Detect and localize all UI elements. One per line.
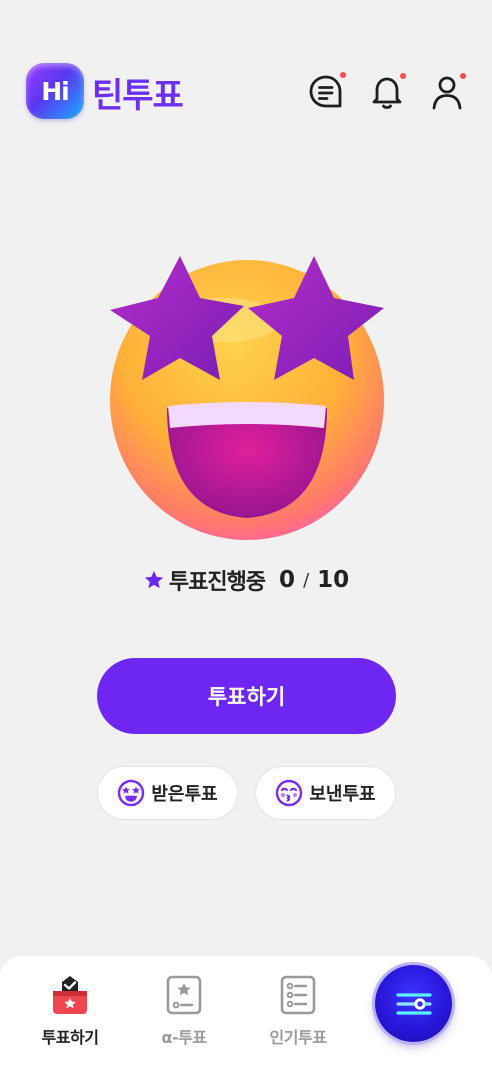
star-struck-emoji [102,250,392,540]
logo-badge-text: Hi [41,76,70,106]
settings-sliders-button[interactable] [375,965,452,1042]
chat-list-icon[interactable] [306,72,346,112]
nav-item-vote[interactable]: 투표하기 [25,974,115,1054]
progress-current: 0 [279,567,296,593]
vote-progress: 투표진행중 0 / 10 [0,562,492,598]
nav-label-alpha-vote: α-투표 [161,1028,207,1047]
app-logo: Hi [26,63,84,119]
star-icon [144,570,164,589]
notification-dot [460,73,466,79]
notification-dot [340,72,346,78]
list-icon [280,975,316,1015]
header: Hi 틴투표 [0,0,492,140]
vote-button[interactable]: 투표하기 [97,658,396,734]
nav-label-vote: 투표하기 [41,1028,99,1047]
received-votes-label: 받은투표 [151,784,218,805]
notification-dot [400,73,406,79]
bell-icon[interactable] [367,72,407,112]
kiss-emoji-icon [276,779,303,807]
progress-separator: / [303,569,310,591]
nav-item-popular-vote[interactable]: 인기투표 [253,974,343,1054]
app-name: 틴투표 [92,76,184,116]
nav-item-alpha-vote[interactable]: α-투표 [139,974,229,1054]
profile-icon[interactable] [428,72,468,112]
star-eyes-emoji-icon [118,779,145,807]
received-votes-button[interactable]: 받은투표 [97,766,238,820]
settings-sliders-icon [395,992,432,1015]
nav-label-popular-vote: 인기투표 [269,1028,327,1047]
status-label: 투표진행중 [168,570,266,595]
progress-total: 10 [317,567,350,593]
ballot-box-icon [53,976,87,1014]
sent-votes-button[interactable]: 보낸투표 [255,766,396,820]
sent-votes-label: 보낸투표 [309,784,376,805]
star-card-icon [166,975,202,1015]
